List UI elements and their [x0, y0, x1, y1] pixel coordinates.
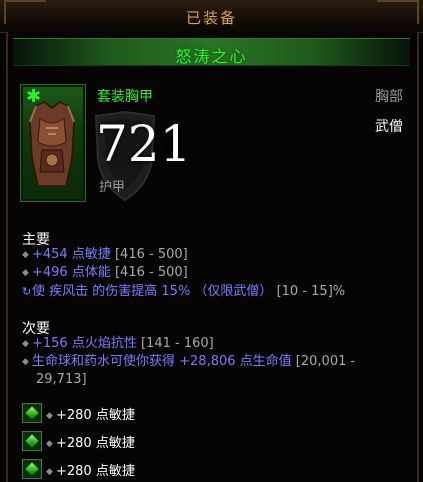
stat-range: [416 - 500]	[114, 265, 188, 280]
socket-bonus: ◆ +280 点敏捷	[46, 460, 246, 479]
socket-frame	[22, 459, 42, 479]
primary-stat-row: ◆ +496 点体能 [416 - 500]	[22, 265, 188, 281]
stat-range: [141 - 160]	[140, 336, 214, 351]
primary-stat-row: ↻使 疾风击 的伤害提高 15% （仅限武僧） [10 - 15]%	[22, 284, 345, 300]
secondary-stat-row-continued: 29,713]	[36, 372, 87, 388]
secondary-stats-title: 次要	[22, 321, 50, 337]
bullet-icon: ◆	[22, 250, 29, 260]
primary-stats-title: 主要	[22, 232, 50, 248]
item-type: 套装胸甲	[97, 89, 153, 105]
armor-label: 护甲	[99, 180, 126, 195]
stat-value: 使 疾风击 的伤害提高 15% （仅限武僧）	[32, 284, 273, 299]
emerald-gem-icon	[25, 406, 39, 420]
bullet-icon: ◆	[46, 411, 53, 421]
item-name-banner: 怒涛之心	[13, 38, 410, 66]
bullet-icon: ◆	[46, 467, 53, 477]
emerald-gem-icon	[25, 462, 39, 476]
equipped-label: 已装备	[185, 9, 237, 27]
chest-armor-icon	[29, 101, 75, 187]
stat-value: 生命球和药水可使你获得 +28,806 点生命值	[32, 354, 292, 369]
set-item-star-icon: ✱	[26, 86, 42, 107]
item-slot: 胸部	[375, 89, 403, 105]
stat-value: +156 点火焰抗性	[32, 336, 137, 351]
primary-stat-row: ◆ +454 点敏捷 [416 - 500]	[22, 247, 188, 263]
socket-frame	[22, 431, 42, 451]
stat-value: +454 点敏捷	[32, 247, 111, 262]
socket-frame	[22, 403, 42, 423]
equipped-header: 已装备	[0, 0, 423, 33]
socket-bonus-text: +280 点敏捷	[56, 408, 135, 423]
stat-range: [10 - 15]%	[276, 284, 346, 299]
item-name: 怒涛之心	[175, 47, 248, 66]
stat-range: [416 - 500]	[114, 247, 188, 262]
item-tooltip: 已装备 怒涛之心 ✱ 套装胸甲 胸部 武僧 721 护甲 主要 ◆ +454 点敏…	[0, 0, 423, 482]
secondary-stat-row: ◆ +156 点火焰抗性 [141 - 160]	[22, 336, 214, 352]
stat-range: 29,713]	[36, 372, 87, 387]
bullet-icon: ◆	[46, 439, 53, 449]
armor-value: 721	[96, 115, 192, 173]
socket-bonus-text: +280 点敏捷	[56, 436, 135, 451]
socket-bonus-text: +280 点敏捷	[56, 464, 135, 479]
bullet-icon: ◆	[22, 268, 29, 278]
socket-bonus: ◆ +280 点敏捷	[46, 432, 246, 451]
legendary-affix-icon: ↻	[22, 285, 32, 298]
bullet-icon: ◆	[22, 339, 29, 349]
bullet-icon: ◆	[22, 357, 29, 367]
stat-value: +496 点体能	[32, 265, 111, 280]
item-class: 武僧	[375, 119, 403, 135]
socket-bonus: ◆ +280 点敏捷	[46, 404, 246, 423]
stat-range: [20,001 -	[295, 354, 356, 369]
secondary-stat-row: ◆ 生命球和药水可使你获得 +28,806 点生命值 [20,001 -	[22, 354, 355, 370]
emerald-gem-icon	[25, 434, 39, 448]
